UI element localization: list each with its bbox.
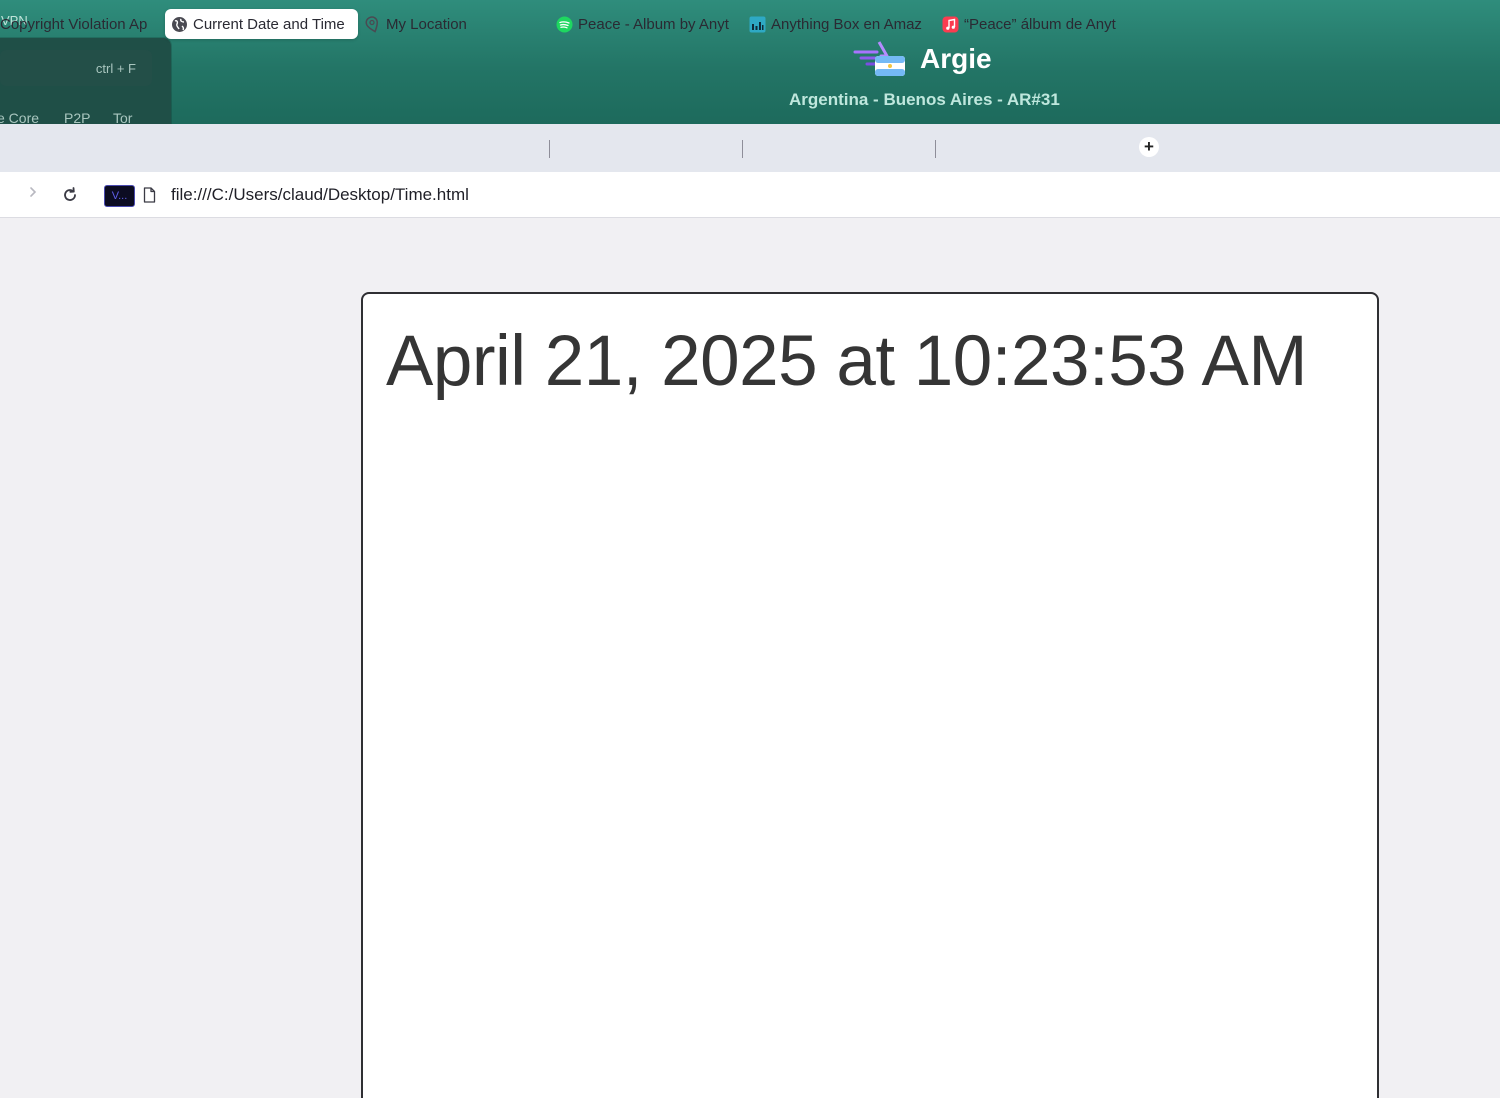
spotify-icon <box>556 16 573 33</box>
filter-tab-core[interactable]: e Core <box>0 110 39 124</box>
tab-anything-box-amazon[interactable]: Anything Box en Amaz <box>749 9 930 39</box>
search-shortcut-hint: ctrl + F <box>95 61 136 76</box>
apple-music-icon <box>942 16 959 33</box>
tab-label: “Peace” álbum de Anyt <box>964 15 1116 33</box>
new-tab-button[interactable]: + <box>1139 137 1159 157</box>
forward-button[interactable] <box>28 184 44 204</box>
file-icon[interactable] <box>143 187 156 203</box>
tab-strip <box>0 124 1500 172</box>
location-pin-icon <box>364 15 381 33</box>
tab-separator <box>742 140 743 158</box>
vpn-filter-tabs: e Core P2P Tor <box>0 110 180 124</box>
reload-button[interactable] <box>60 185 80 205</box>
filter-tab-p2p[interactable]: P2P <box>64 110 90 124</box>
tab-current-date-time[interactable]: Current Date and Time <box>165 9 358 39</box>
chevron-right-icon <box>30 187 37 197</box>
filter-tab-tor[interactable]: Tor <box>113 110 132 124</box>
tab-peace-spotify[interactable]: Peace - Album by Anyt <box>556 9 737 39</box>
browser-window: VPN ctrl + F e Core P2P Tor Argie Argent… <box>0 0 1500 1098</box>
address-bar: V... file:///C:/Users/claud/Desktop/Time… <box>0 172 1500 218</box>
tab-label: Anything Box en Amaz <box>771 15 922 33</box>
tab-my-location[interactable]: My Location <box>364 9 544 39</box>
globe-icon <box>171 16 188 33</box>
extension-badge[interactable]: V... <box>104 185 135 207</box>
tab-peace-apple-music[interactable]: “Peace” álbum de Anyt <box>942 9 1124 39</box>
argentina-flag-icon <box>853 41 905 76</box>
server-location: Argentina - Buenos Aires - AR#31 <box>789 90 1060 109</box>
vpn-server-panel: ctrl + F e Core P2P Tor <box>0 38 171 124</box>
server-name: Argie <box>920 43 992 74</box>
tab-label: Current Date and Time <box>193 15 345 33</box>
tab-label: Peace - Album by Anyt <box>578 15 729 33</box>
url-field[interactable]: file:///C:/Users/claud/Desktop/Time.html <box>171 185 469 205</box>
vpn-search-input[interactable]: ctrl + F <box>0 50 152 86</box>
reload-icon <box>64 187 76 201</box>
time-card: April 21, 2025 at 10:23:53 AM <box>361 292 1379 1098</box>
tab-separator <box>935 140 936 158</box>
page-content: April 21, 2025 at 10:23:53 AM <box>0 219 1500 1098</box>
current-datetime: April 21, 2025 at 10:23:53 AM <box>386 322 1307 401</box>
tab-label: My Location <box>386 15 467 33</box>
tab-copyright-violation[interactable]: Copyright Violation Ap <box>0 9 156 39</box>
amazon-music-icon <box>749 16 766 33</box>
tab-label: Copyright Violation Ap <box>0 15 148 33</box>
tab-separator <box>549 140 550 158</box>
